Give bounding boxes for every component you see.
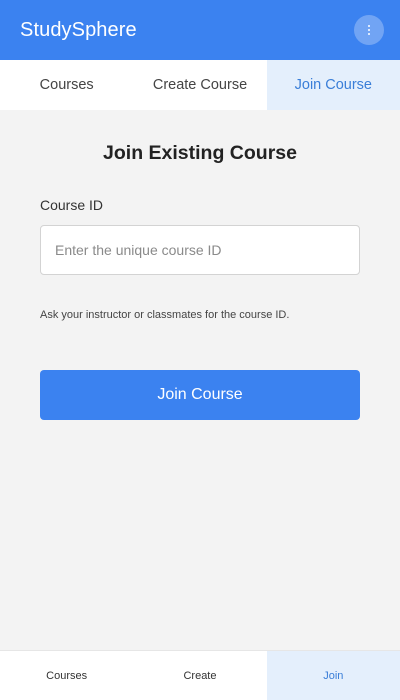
join-course-button[interactable]: Join Course [40, 370, 360, 420]
course-id-help-text: Ask your instructor or classmates for th… [40, 309, 290, 321]
join-course-panel: Join Existing Course Course ID Ask your … [0, 110, 400, 650]
app-header: StudySphere [0, 0, 400, 60]
bottom-nav-courses[interactable]: Courses [0, 651, 133, 700]
tab-join-course[interactable]: Join Course [266, 60, 400, 110]
top-tab-bar: Courses Create Course Join Course [0, 60, 400, 110]
tab-courses[interactable]: Courses [0, 60, 133, 110]
page-title: Join Existing Course [103, 142, 297, 164]
bottom-nav-bar: Courses Create Join [0, 650, 400, 700]
more-menu-button[interactable] [354, 15, 384, 45]
app-root: StudySphere Courses Create Course Join C… [0, 0, 400, 700]
course-id-input[interactable] [40, 225, 360, 275]
more-vertical-icon [368, 25, 370, 35]
bottom-nav-join[interactable]: Join [266, 651, 400, 700]
tab-create-course[interactable]: Create Course [133, 60, 266, 110]
course-id-label: Course ID [40, 197, 104, 213]
app-title: StudySphere [20, 18, 137, 41]
bottom-nav-create[interactable]: Create [133, 651, 266, 700]
